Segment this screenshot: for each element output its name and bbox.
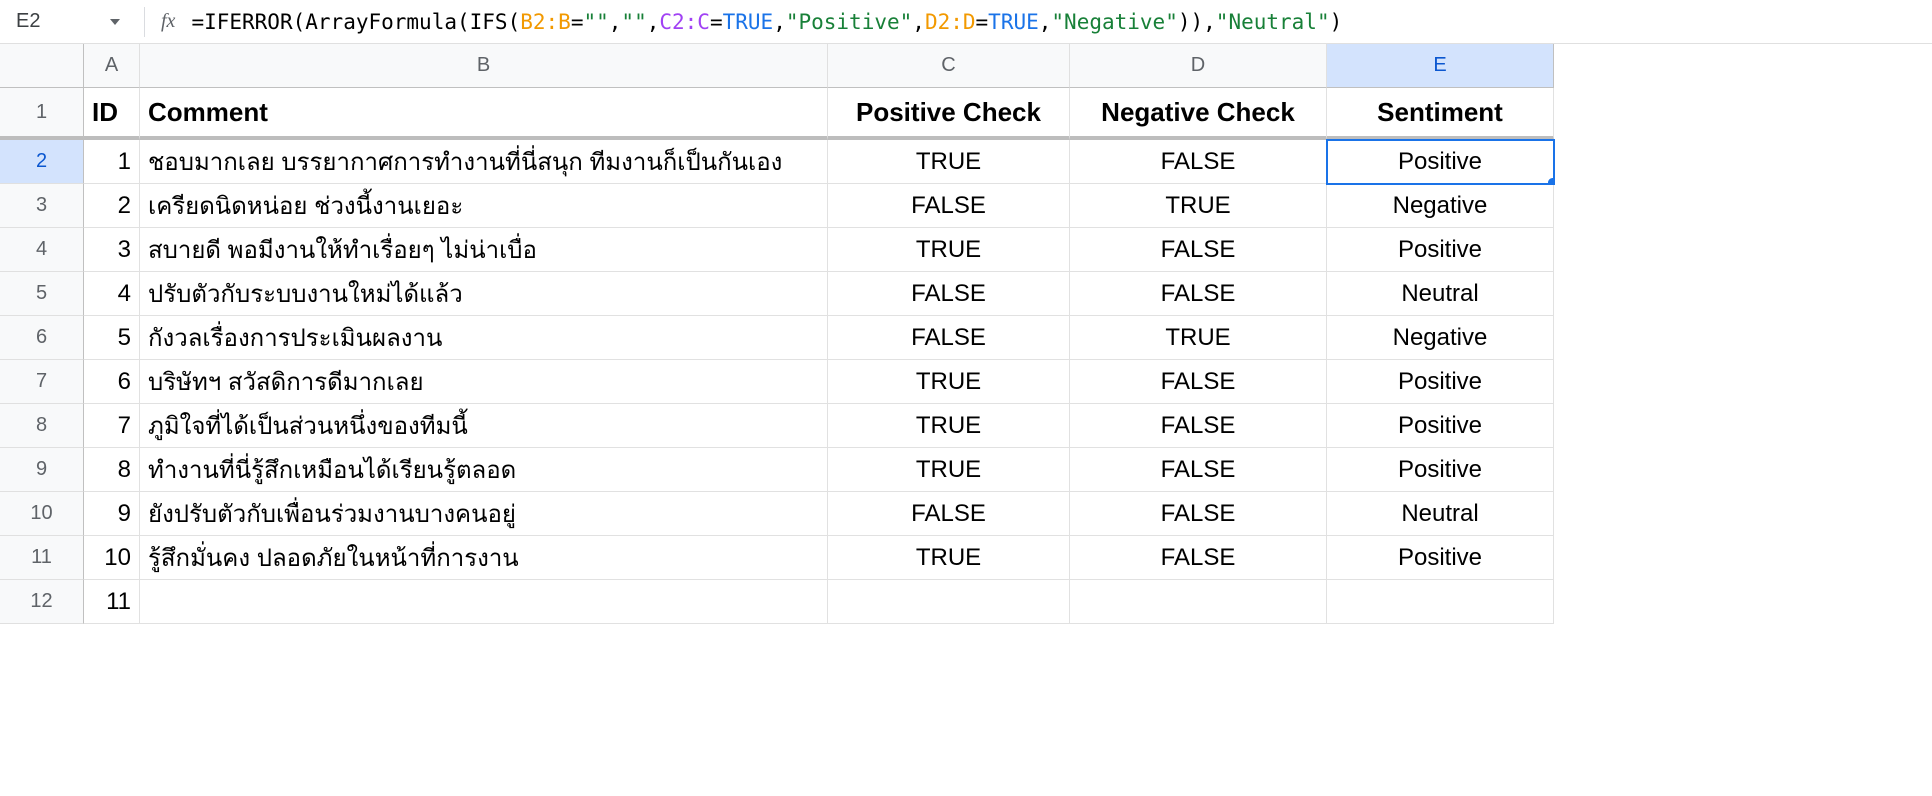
header-cell-E[interactable]: Sentiment bbox=[1327, 88, 1554, 140]
cell-E4[interactable]: Positive bbox=[1327, 228, 1554, 272]
row-header-4[interactable]: 4 bbox=[0, 228, 84, 272]
cell-C7[interactable]: TRUE bbox=[828, 360, 1070, 404]
cell-C3[interactable]: FALSE bbox=[828, 184, 1070, 228]
cell-C9[interactable]: TRUE bbox=[828, 448, 1070, 492]
cell-C2[interactable]: TRUE bbox=[828, 140, 1070, 184]
cell-B4[interactable]: สบายดี พอมีงานให้ทำเรื่อยๆ ไม่น่าเบื่อ bbox=[140, 228, 828, 272]
cell-C8[interactable]: TRUE bbox=[828, 404, 1070, 448]
cell-C10[interactable]: FALSE bbox=[828, 492, 1070, 536]
cell-A7[interactable]: 6 bbox=[84, 360, 140, 404]
column-header-C[interactable]: C bbox=[828, 44, 1070, 88]
cell-A5[interactable]: 4 bbox=[84, 272, 140, 316]
cell-D5[interactable]: FALSE bbox=[1070, 272, 1327, 316]
row-header-9[interactable]: 9 bbox=[0, 448, 84, 492]
cell-D4[interactable]: FALSE bbox=[1070, 228, 1327, 272]
cell-A11[interactable]: 10 bbox=[84, 536, 140, 580]
cell-B12[interactable] bbox=[140, 580, 828, 624]
row-header-6[interactable]: 6 bbox=[0, 316, 84, 360]
cell-C12[interactable] bbox=[828, 580, 1070, 624]
cell-D9[interactable]: FALSE bbox=[1070, 448, 1327, 492]
header-cell-C[interactable]: Positive Check bbox=[828, 88, 1070, 140]
cell-C5[interactable]: FALSE bbox=[828, 272, 1070, 316]
row-header-7[interactable]: 7 bbox=[0, 360, 84, 404]
cell-C11[interactable]: TRUE bbox=[828, 536, 1070, 580]
cell-D12[interactable] bbox=[1070, 580, 1327, 624]
cell-E6[interactable]: Negative bbox=[1327, 316, 1554, 360]
row-header-2[interactable]: 2 bbox=[0, 140, 84, 184]
formula-bar: E2 fx =IFERROR(ArrayFormula(IFS(B2:B="",… bbox=[0, 0, 1932, 44]
cell-E11[interactable]: Positive bbox=[1327, 536, 1554, 580]
cell-E9[interactable]: Positive bbox=[1327, 448, 1554, 492]
cell-B9[interactable]: ทำงานที่นี่รู้สึกเหมือนได้เรียนรู้ตลอด bbox=[140, 448, 828, 492]
cell-C4[interactable]: TRUE bbox=[828, 228, 1070, 272]
cell-B2[interactable]: ชอบมากเลย บรรยากาศการทำงานที่นี่สนุก ทีม… bbox=[140, 140, 828, 184]
column-header-A[interactable]: A bbox=[84, 44, 140, 88]
cell-B10[interactable]: ยังปรับตัวกับเพื่อนร่วมงานบางคนอยู่ bbox=[140, 492, 828, 536]
cell-E2[interactable]: Positive bbox=[1327, 140, 1554, 184]
header-cell-B[interactable]: Comment bbox=[140, 88, 828, 140]
cell-B8[interactable]: ภูมิใจที่ได้เป็นส่วนหนึ่งของทีมนี้ bbox=[140, 404, 828, 448]
cell-D2[interactable]: FALSE bbox=[1070, 140, 1327, 184]
row-header-5[interactable]: 5 bbox=[0, 272, 84, 316]
cell-A10[interactable]: 9 bbox=[84, 492, 140, 536]
cell-A3[interactable]: 2 bbox=[84, 184, 140, 228]
cell-B3[interactable]: เครียดนิดหน่อย ช่วงนี้งานเยอะ bbox=[140, 184, 828, 228]
cell-B6[interactable]: กังวลเรื่องการประเมินผลงาน bbox=[140, 316, 828, 360]
cell-C6[interactable]: FALSE bbox=[828, 316, 1070, 360]
row-header-10[interactable]: 10 bbox=[0, 492, 84, 536]
column-header-B[interactable]: B bbox=[140, 44, 828, 88]
cell-A6[interactable]: 5 bbox=[84, 316, 140, 360]
spreadsheet-grid[interactable]: ABCDE 1IDCommentPositive CheckNegative Ch… bbox=[0, 44, 1932, 624]
column-header-E[interactable]: E bbox=[1327, 44, 1554, 88]
row-header-1[interactable]: 1 bbox=[0, 88, 84, 140]
cell-D6[interactable]: TRUE bbox=[1070, 316, 1327, 360]
cell-A4[interactable]: 3 bbox=[84, 228, 140, 272]
name-box[interactable]: E2 bbox=[8, 6, 128, 37]
header-cell-A[interactable]: ID bbox=[84, 88, 140, 140]
cell-D3[interactable]: TRUE bbox=[1070, 184, 1327, 228]
fx-icon: fx bbox=[161, 10, 175, 33]
cell-E10[interactable]: Neutral bbox=[1327, 492, 1554, 536]
row-header-8[interactable]: 8 bbox=[0, 404, 84, 448]
cell-D7[interactable]: FALSE bbox=[1070, 360, 1327, 404]
cell-B5[interactable]: ปรับตัวกับระบบงานใหม่ได้แล้ว bbox=[140, 272, 828, 316]
cell-D11[interactable]: FALSE bbox=[1070, 536, 1327, 580]
row-header-12[interactable]: 12 bbox=[0, 580, 84, 624]
cell-A12[interactable]: 11 bbox=[84, 580, 140, 624]
row-header-11[interactable]: 11 bbox=[0, 536, 84, 580]
cell-E7[interactable]: Positive bbox=[1327, 360, 1554, 404]
formula-input[interactable]: =IFERROR(ArrayFormula(IFS(B2:B="","",C2:… bbox=[191, 10, 1924, 34]
column-header-D[interactable]: D bbox=[1070, 44, 1327, 88]
chevron-down-icon bbox=[110, 19, 120, 25]
cell-E12[interactable] bbox=[1327, 580, 1554, 624]
cell-reference: E2 bbox=[16, 10, 40, 33]
cell-D10[interactable]: FALSE bbox=[1070, 492, 1327, 536]
cell-A9[interactable]: 8 bbox=[84, 448, 140, 492]
divider bbox=[144, 7, 145, 37]
cell-D8[interactable]: FALSE bbox=[1070, 404, 1327, 448]
row-header-3[interactable]: 3 bbox=[0, 184, 84, 228]
header-cell-D[interactable]: Negative Check bbox=[1070, 88, 1327, 140]
cell-E8[interactable]: Positive bbox=[1327, 404, 1554, 448]
cell-E3[interactable]: Negative bbox=[1327, 184, 1554, 228]
select-all-corner[interactable] bbox=[0, 44, 84, 88]
cell-E5[interactable]: Neutral bbox=[1327, 272, 1554, 316]
cell-B11[interactable]: รู้สึกมั่นคง ปลอดภัยในหน้าที่การงาน bbox=[140, 536, 828, 580]
cell-A2[interactable]: 1 bbox=[84, 140, 140, 184]
cell-B7[interactable]: บริษัทฯ สวัสดิการดีมากเลย bbox=[140, 360, 828, 404]
cell-A8[interactable]: 7 bbox=[84, 404, 140, 448]
